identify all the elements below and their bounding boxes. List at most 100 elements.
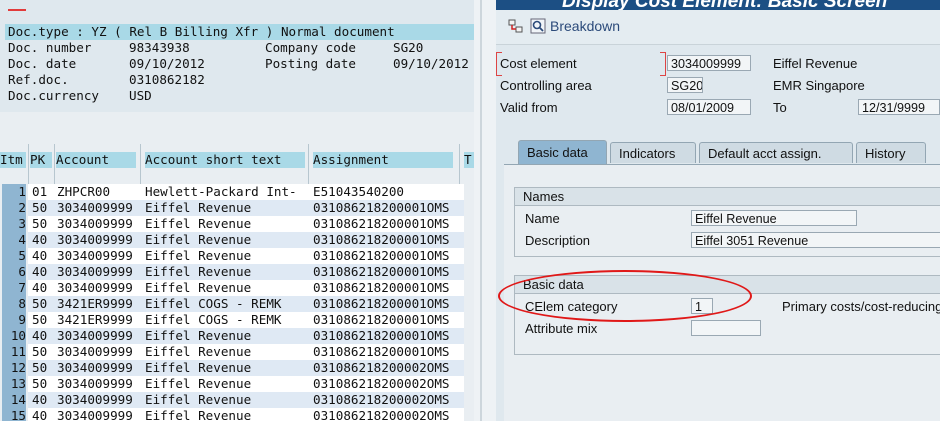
hierarchy-icon[interactable] [508, 18, 524, 34]
tab-strip: Basic data Indicators Default acct assig… [496, 140, 940, 164]
table-row[interactable]: 3 50 3034009999 Eiffel Revenue 0310862182000… [0, 216, 464, 232]
breakdown-icon[interactable] [530, 18, 546, 34]
description-label: Description [525, 233, 591, 248]
valid-to-label: To [773, 100, 787, 115]
col-header-account[interactable]: Account [56, 152, 136, 168]
posting-key-cell: 40 [32, 392, 48, 407]
item-number-cell: 4 [2, 232, 26, 248]
description-field[interactable]: Eiffel 3051 Revenue [691, 232, 940, 248]
col-header-pk[interactable]: PK [30, 152, 52, 168]
table-row[interactable]: 12 50 3034009999 Eiffel Revenue 031086218200… [0, 360, 464, 376]
table-row[interactable]: 13 50 3034009999 Eiffel Revenue 031086218200… [0, 376, 464, 392]
col-header-itm[interactable]: Itm [0, 152, 26, 168]
account-text-cell: Eiffel Revenue [145, 248, 252, 263]
posting-key-cell: 40 [32, 328, 48, 343]
pane-divider [474, 0, 496, 421]
account-text-cell: Eiffel Revenue [145, 328, 252, 343]
col-header-assignment[interactable]: Assignment [313, 152, 453, 168]
ref-doc-value: 0310862182 [129, 72, 205, 87]
names-group-title: Names [515, 188, 940, 206]
controlling-area-label: Controlling area [500, 78, 592, 93]
table-row[interactable]: 9 50 3421ER9999 Eiffel COGS - REMK 031086218… [0, 312, 464, 328]
account-cell: 3034009999 [57, 248, 133, 263]
table-row[interactable]: 1 01 ZHPCR00 Hewlett-Packard Int- E510435402… [0, 184, 464, 200]
item-number-cell: 10 [2, 328, 26, 344]
posting-key-cell: 40 [32, 248, 48, 263]
assignment-cell: 031086218200001OMS [313, 248, 450, 263]
item-number-cell: 5 [2, 248, 26, 264]
assignment-cell: 031086218200001OMS [313, 264, 450, 279]
account-text-cell: Hewlett-Packard Int- [145, 184, 297, 199]
basic-data-group-title: Basic data [515, 276, 940, 294]
cost-element-label: Cost element [500, 56, 577, 71]
company-code-value: SG20 [393, 40, 424, 55]
account-cell: 3034009999 [57, 328, 133, 343]
table-row[interactable]: 10 40 3034009999 Eiffel Revenue 031086218200… [0, 328, 464, 344]
assignment-cell: 031086218200001OMS [313, 312, 450, 327]
tab-indicators[interactable]: Indicators [610, 142, 696, 163]
attribute-mix-label: Attribute mix [525, 321, 598, 336]
tab-history[interactable]: History [856, 142, 926, 163]
table-row[interactable]: 6 40 3034009999 Eiffel Revenue 0310862182000… [0, 264, 464, 280]
account-text-cell: Eiffel Revenue [145, 232, 252, 247]
controlling-area-field[interactable]: SG20 [667, 77, 703, 93]
table-row[interactable]: 14 40 3034009999 Eiffel Revenue 031086218200… [0, 392, 464, 408]
document-display-pane: Doc.type : YZ ( Rel B Billing Xfr ) Norm… [0, 0, 474, 421]
window-title: Display Cost Element: Basic Screen [562, 0, 887, 10]
item-number-cell: 12 [2, 360, 26, 376]
posting-date-value: 09/10/2012 [393, 56, 469, 71]
doc-currency-label: Doc.currency [8, 88, 99, 103]
title-bar: Display Cost Element: Basic Screen [496, 0, 940, 10]
account-cell: 3034009999 [57, 408, 133, 421]
item-number-cell: 3 [2, 216, 26, 232]
error-marker [8, 9, 26, 11]
posting-key-cell: 50 [32, 200, 48, 215]
tab-default-acct-assign[interactable]: Default acct assign. [699, 142, 853, 163]
cost-element-field[interactable]: 3034009999 [667, 55, 751, 71]
tab-basic-data[interactable]: Basic data [518, 140, 607, 164]
attribute-mix-field[interactable] [691, 320, 761, 336]
celem-category-field[interactable]: 1 [691, 298, 713, 314]
table-row[interactable]: 7 40 3034009999 Eiffel Revenue 0310862182000… [0, 280, 464, 296]
posting-key-cell: 40 [32, 408, 48, 421]
doc-currency-value: USD [129, 88, 152, 103]
account-cell: 3034009999 [57, 216, 133, 231]
name-field[interactable]: Eiffel Revenue [691, 210, 857, 226]
doc-date-value: 09/10/2012 [129, 56, 205, 71]
col-header-t[interactable]: T [464, 152, 474, 168]
valid-from-field[interactable]: 08/01/2009 [667, 99, 751, 115]
breakdown-button[interactable]: Breakdown [550, 18, 620, 34]
table-row[interactable]: 8 50 3421ER9999 Eiffel COGS - REMK 031086218… [0, 296, 464, 312]
doc-number-value: 98343938 [129, 40, 190, 55]
posting-key-cell: 50 [32, 296, 48, 311]
table-row[interactable]: 4 40 3034009999 Eiffel Revenue 0310862182000… [0, 232, 464, 248]
required-field-marker [660, 52, 666, 76]
valid-from-label: Valid from [500, 100, 558, 115]
account-cell: 3034009999 [57, 232, 133, 247]
col-header-account-short-text[interactable]: Account short text [145, 152, 305, 168]
item-number-cell: 15 [2, 408, 26, 421]
controlling-area-name: EMR Singapore [773, 78, 865, 93]
assignment-cell: 031086218200001OMS [313, 200, 450, 215]
assignment-cell: 031086218200002OMS [313, 408, 450, 421]
assignment-cell: 031086218200001OMS [313, 280, 450, 295]
account-text-cell: Eiffel Revenue [145, 216, 252, 231]
valid-to-field[interactable]: 12/31/9999 [858, 99, 940, 115]
celem-category-label: CElem category [525, 299, 618, 314]
table-row[interactable]: 5 40 3034009999 Eiffel Revenue 0310862182000… [0, 248, 464, 264]
assignment-cell: 031086218200002OMS [313, 392, 450, 407]
table-row[interactable]: 2 50 3034009999 Eiffel Revenue 0310862182000… [0, 200, 464, 216]
table-row[interactable]: 11 50 3034009999 Eiffel Revenue 031086218200… [0, 344, 464, 360]
account-cell: ZHPCR00 [57, 184, 111, 199]
table-row[interactable]: 15 40 3034009999 Eiffel Revenue 031086218200… [0, 408, 464, 421]
posting-key-cell: 40 [32, 280, 48, 295]
company-code-label: Company code [265, 40, 356, 55]
account-text-cell: Eiffel COGS - REMK [145, 296, 282, 311]
account-text-cell: Eiffel Revenue [145, 344, 252, 359]
account-cell: 3421ER9999 [57, 312, 133, 327]
posting-date-label: Posting date [265, 56, 356, 71]
account-text-cell: Eiffel Revenue [145, 200, 252, 215]
assignment-cell: 031086218200001OMS [313, 216, 450, 231]
names-group: Names Name Eiffel Revenue Description Ei… [514, 187, 940, 257]
celem-category-description: Primary costs/cost-reducing revenues [782, 299, 940, 314]
